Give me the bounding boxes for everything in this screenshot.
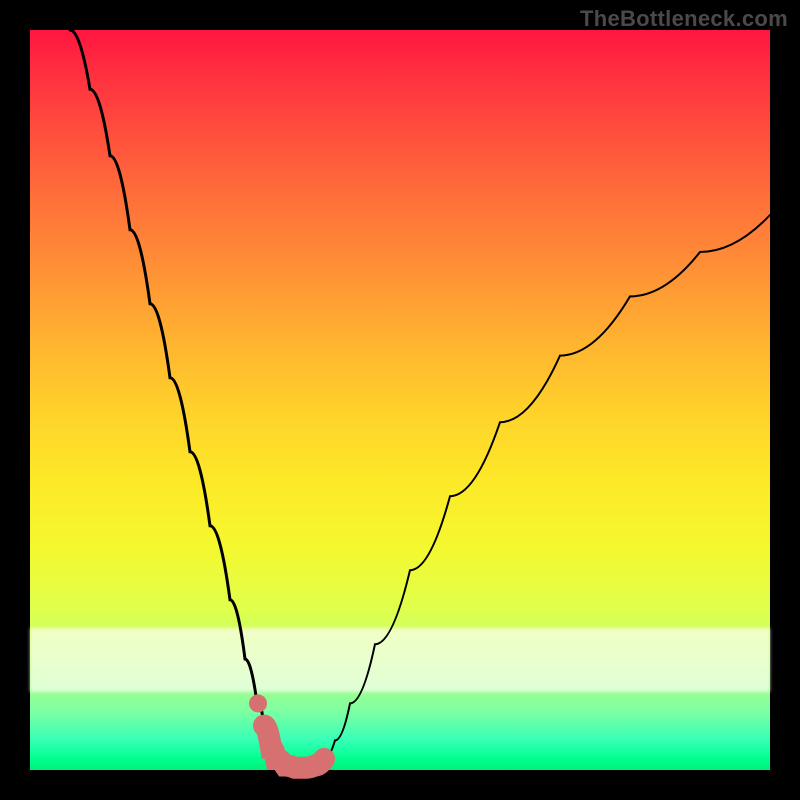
valley-dot: [249, 694, 267, 712]
curve-left-branch: [70, 30, 276, 759]
watermark-text: TheBottleneck.com: [580, 6, 788, 32]
chart-svg: [30, 30, 770, 770]
curve-right-branch: [324, 215, 770, 759]
valley-highlight: [264, 726, 324, 768]
